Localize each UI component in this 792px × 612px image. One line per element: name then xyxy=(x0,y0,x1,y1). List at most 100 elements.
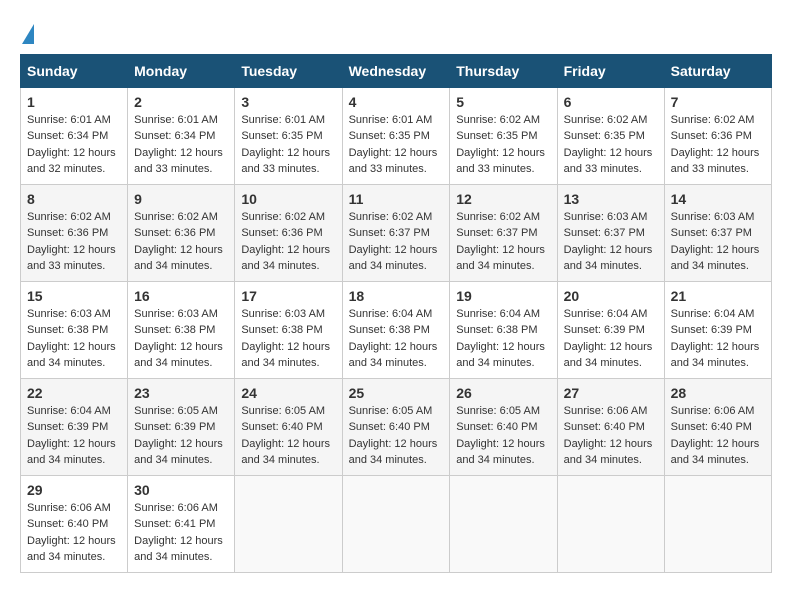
header-wednesday: Wednesday xyxy=(342,54,450,87)
header-thursday: Thursday xyxy=(450,54,557,87)
calendar-cell: 12 Sunrise: 6:02 AMSunset: 6:37 PMDayligh… xyxy=(450,184,557,281)
day-info: Sunrise: 6:04 AMSunset: 6:39 PMDaylight:… xyxy=(564,306,658,372)
day-info: Sunrise: 6:03 AMSunset: 6:38 PMDaylight:… xyxy=(134,306,228,372)
day-info: Sunrise: 6:02 AMSunset: 6:37 PMDaylight:… xyxy=(349,209,444,275)
day-info: Sunrise: 6:02 AMSunset: 6:36 PMDaylight:… xyxy=(134,209,228,275)
header-monday: Monday xyxy=(128,54,235,87)
day-info: Sunrise: 6:02 AMSunset: 6:35 PMDaylight:… xyxy=(456,112,550,178)
day-number: 13 xyxy=(564,191,658,207)
header-saturday: Saturday xyxy=(664,54,771,87)
day-number: 26 xyxy=(456,385,550,401)
day-info: Sunrise: 6:05 AMSunset: 6:40 PMDaylight:… xyxy=(456,403,550,469)
day-info: Sunrise: 6:05 AMSunset: 6:40 PMDaylight:… xyxy=(349,403,444,469)
day-info: Sunrise: 6:04 AMSunset: 6:38 PMDaylight:… xyxy=(349,306,444,372)
calendar-cell: 1 Sunrise: 6:01 AMSunset: 6:34 PMDaylight… xyxy=(21,87,128,184)
calendar-cell: 14 Sunrise: 6:03 AMSunset: 6:37 PMDayligh… xyxy=(664,184,771,281)
header-tuesday: Tuesday xyxy=(235,54,342,87)
day-number: 28 xyxy=(671,385,765,401)
day-number: 18 xyxy=(349,288,444,304)
day-number: 19 xyxy=(456,288,550,304)
calendar-cell: 28 Sunrise: 6:06 AMSunset: 6:40 PMDayligh… xyxy=(664,378,771,475)
calendar-cell: 9Sunrise: 6:02 AMSunset: 6:36 PMDaylight… xyxy=(128,184,235,281)
day-number: 24 xyxy=(241,385,335,401)
calendar-cell: 30Sunrise: 6:06 AMSunset: 6:41 PMDayligh… xyxy=(128,475,235,572)
calendar-cell: 4Sunrise: 6:01 AMSunset: 6:35 PMDaylight… xyxy=(342,87,450,184)
day-number: 5 xyxy=(456,94,550,110)
calendar-cell: 15Sunrise: 6:03 AMSunset: 6:38 PMDayligh… xyxy=(21,281,128,378)
day-info: Sunrise: 6:03 AMSunset: 6:38 PMDaylight:… xyxy=(241,306,335,372)
day-number: 23 xyxy=(134,385,228,401)
logo xyxy=(20,20,34,44)
calendar-week-row: 15Sunrise: 6:03 AMSunset: 6:38 PMDayligh… xyxy=(21,281,772,378)
day-info: Sunrise: 6:01 AMSunset: 6:35 PMDaylight:… xyxy=(241,112,335,178)
calendar-cell: 27 Sunrise: 6:06 AMSunset: 6:40 PMDayligh… xyxy=(557,378,664,475)
day-info: Sunrise: 6:04 AMSunset: 6:39 PMDaylight:… xyxy=(671,306,765,372)
day-number: 14 xyxy=(671,191,765,207)
calendar-cell: 16 Sunrise: 6:03 AMSunset: 6:38 PMDayligh… xyxy=(128,281,235,378)
calendar-cell: 23 Sunrise: 6:05 AMSunset: 6:39 PMDayligh… xyxy=(128,378,235,475)
day-info: Sunrise: 6:02 AMSunset: 6:36 PMDaylight:… xyxy=(241,209,335,275)
day-number: 25 xyxy=(349,385,444,401)
day-info: Sunrise: 6:03 AMSunset: 6:37 PMDaylight:… xyxy=(671,209,765,275)
day-info: Sunrise: 6:03 AMSunset: 6:38 PMDaylight:… xyxy=(27,306,121,372)
calendar-cell: 13 Sunrise: 6:03 AMSunset: 6:37 PMDayligh… xyxy=(557,184,664,281)
calendar-cell xyxy=(664,475,771,572)
calendar-header-row: SundayMondayTuesdayWednesdayThursdayFrid… xyxy=(21,54,772,87)
day-number: 12 xyxy=(456,191,550,207)
calendar-week-row: 1 Sunrise: 6:01 AMSunset: 6:34 PMDaylight… xyxy=(21,87,772,184)
calendar-cell: 7 Sunrise: 6:02 AMSunset: 6:36 PMDaylight… xyxy=(664,87,771,184)
day-info: Sunrise: 6:06 AMSunset: 6:41 PMDaylight:… xyxy=(134,500,228,566)
day-info: Sunrise: 6:06 AMSunset: 6:40 PMDaylight:… xyxy=(671,403,765,469)
calendar-cell xyxy=(342,475,450,572)
day-info: Sunrise: 6:03 AMSunset: 6:37 PMDaylight:… xyxy=(564,209,658,275)
calendar-cell: 22 Sunrise: 6:04 AMSunset: 6:39 PMDayligh… xyxy=(21,378,128,475)
calendar-week-row: 22 Sunrise: 6:04 AMSunset: 6:39 PMDayligh… xyxy=(21,378,772,475)
calendar-cell: 24 Sunrise: 6:05 AMSunset: 6:40 PMDayligh… xyxy=(235,378,342,475)
calendar-cell: 5 Sunrise: 6:02 AMSunset: 6:35 PMDaylight… xyxy=(450,87,557,184)
day-number: 7 xyxy=(671,94,765,110)
day-info: Sunrise: 6:05 AMSunset: 6:39 PMDaylight:… xyxy=(134,403,228,469)
day-number: 20 xyxy=(564,288,658,304)
calendar-cell xyxy=(235,475,342,572)
day-number: 21 xyxy=(671,288,765,304)
day-info: Sunrise: 6:01 AMSunset: 6:34 PMDaylight:… xyxy=(134,112,228,178)
day-number: 6 xyxy=(564,94,658,110)
day-number: 17 xyxy=(241,288,335,304)
calendar-cell: 21 Sunrise: 6:04 AMSunset: 6:39 PMDayligh… xyxy=(664,281,771,378)
day-number: 22 xyxy=(27,385,121,401)
logo-icon xyxy=(22,24,34,44)
calendar-cell: 18 Sunrise: 6:04 AMSunset: 6:38 PMDayligh… xyxy=(342,281,450,378)
day-number: 1 xyxy=(27,94,121,110)
calendar-week-row: 29 Sunrise: 6:06 AMSunset: 6:40 PMDayligh… xyxy=(21,475,772,572)
calendar-cell: 20 Sunrise: 6:04 AMSunset: 6:39 PMDayligh… xyxy=(557,281,664,378)
calendar-cell: 29 Sunrise: 6:06 AMSunset: 6:40 PMDayligh… xyxy=(21,475,128,572)
day-info: Sunrise: 6:02 AMSunset: 6:36 PMDaylight:… xyxy=(671,112,765,178)
day-info: Sunrise: 6:04 AMSunset: 6:38 PMDaylight:… xyxy=(456,306,550,372)
day-number: 27 xyxy=(564,385,658,401)
calendar-cell: 6 Sunrise: 6:02 AMSunset: 6:35 PMDaylight… xyxy=(557,87,664,184)
day-info: Sunrise: 6:01 AMSunset: 6:34 PMDaylight:… xyxy=(27,112,121,178)
calendar-cell xyxy=(557,475,664,572)
day-number: 29 xyxy=(27,482,121,498)
calendar-cell: 8Sunrise: 6:02 AMSunset: 6:36 PMDaylight… xyxy=(21,184,128,281)
calendar-week-row: 8Sunrise: 6:02 AMSunset: 6:36 PMDaylight… xyxy=(21,184,772,281)
calendar-cell: 17 Sunrise: 6:03 AMSunset: 6:38 PMDayligh… xyxy=(235,281,342,378)
calendar-cell: 25 Sunrise: 6:05 AMSunset: 6:40 PMDayligh… xyxy=(342,378,450,475)
calendar-cell: 10Sunrise: 6:02 AMSunset: 6:36 PMDayligh… xyxy=(235,184,342,281)
day-info: Sunrise: 6:02 AMSunset: 6:36 PMDaylight:… xyxy=(27,209,121,275)
day-number: 4 xyxy=(349,94,444,110)
calendar-cell xyxy=(450,475,557,572)
day-info: Sunrise: 6:04 AMSunset: 6:39 PMDaylight:… xyxy=(27,403,121,469)
day-info: Sunrise: 6:05 AMSunset: 6:40 PMDaylight:… xyxy=(241,403,335,469)
day-number: 3 xyxy=(241,94,335,110)
day-number: 16 xyxy=(134,288,228,304)
day-info: Sunrise: 6:02 AMSunset: 6:37 PMDaylight:… xyxy=(456,209,550,275)
header-friday: Friday xyxy=(557,54,664,87)
calendar-cell: 11Sunrise: 6:02 AMSunset: 6:37 PMDayligh… xyxy=(342,184,450,281)
calendar-cell: 26 Sunrise: 6:05 AMSunset: 6:40 PMDayligh… xyxy=(450,378,557,475)
calendar-cell: 19 Sunrise: 6:04 AMSunset: 6:38 PMDayligh… xyxy=(450,281,557,378)
day-info: Sunrise: 6:02 AMSunset: 6:35 PMDaylight:… xyxy=(564,112,658,178)
day-info: Sunrise: 6:06 AMSunset: 6:40 PMDaylight:… xyxy=(27,500,121,566)
calendar-table: SundayMondayTuesdayWednesdayThursdayFrid… xyxy=(20,54,772,573)
day-info: Sunrise: 6:06 AMSunset: 6:40 PMDaylight:… xyxy=(564,403,658,469)
